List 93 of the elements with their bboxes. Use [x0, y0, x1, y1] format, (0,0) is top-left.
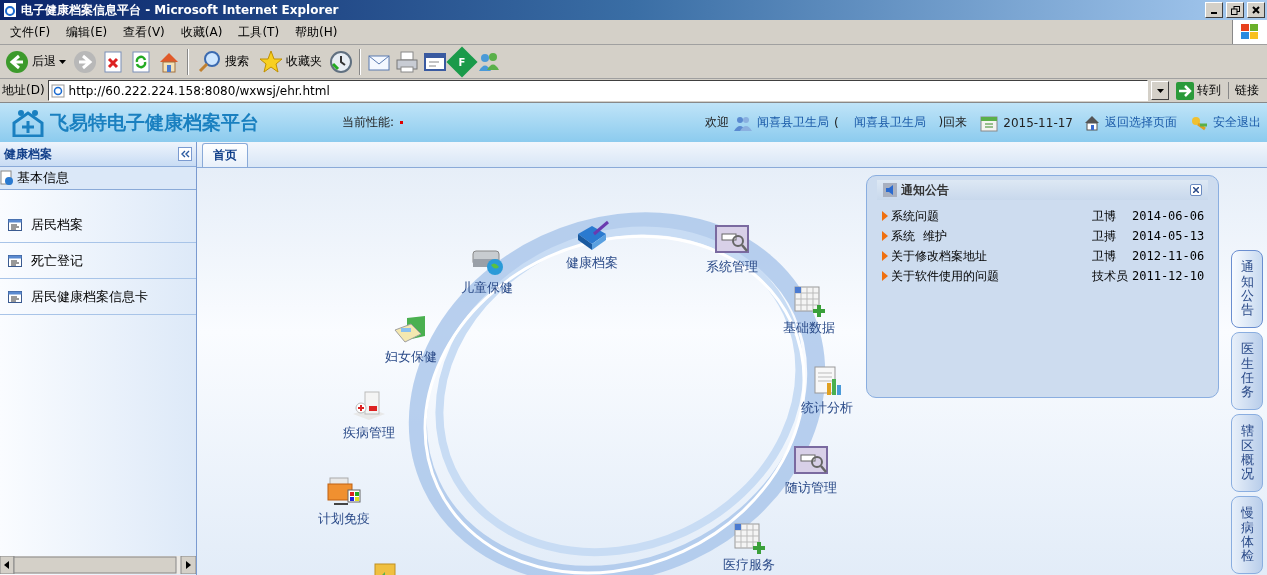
- stop-icon[interactable]: [101, 49, 125, 74]
- horizontal-scrollbar[interactable]: [0, 556, 196, 574]
- notice-link[interactable]: 关于修改档案地址: [891, 247, 1092, 265]
- module-link[interactable]: 随访管理: [785, 479, 837, 497]
- sidebar-item[interactable]: 居民档案: [0, 208, 196, 243]
- side-tab[interactable]: 辖区概况: [1231, 414, 1263, 492]
- list-icon: [8, 255, 22, 267]
- module-link[interactable]: 计划免疫: [318, 510, 370, 528]
- side-tab[interactable]: 慢病体检: [1231, 496, 1263, 574]
- notice-author: 卫博: [1092, 207, 1117, 225]
- notice-author: 卫博: [1092, 247, 1117, 265]
- notice-link[interactable]: 系统 维护: [891, 227, 1092, 245]
- module-link[interactable]: 系统管理: [706, 258, 758, 276]
- notice-link[interactable]: 关于软件使用的问题: [891, 267, 1092, 285]
- tab[interactable]: 首页: [202, 143, 248, 167]
- module-link[interactable]: 健康档案: [566, 254, 618, 272]
- page-icon: [50, 83, 65, 98]
- refresh-icon[interactable]: [129, 49, 153, 74]
- app-logo-text: 飞易特电子健康档案平台: [50, 109, 259, 135]
- caret-icon[interactable]: [1156, 88, 1164, 93]
- notice-date: 2011-12-10: [1132, 269, 1204, 283]
- notice-date: 2014-05-13: [1132, 229, 1204, 243]
- menu-item[interactable]: 查看(V): [115, 23, 173, 41]
- diamond-button[interactable]: F: [446, 45, 478, 78]
- notice-title: 通知公告: [901, 181, 950, 199]
- list-icon: [8, 291, 22, 303]
- search-button[interactable]: 搜索: [195, 47, 252, 76]
- search-icon[interactable]: [198, 49, 222, 74]
- org-name: 闻喜县卫生局: [853, 114, 926, 131]
- window-icon[interactable]: [714, 224, 750, 256]
- module-link[interactable]: 疾病管理: [343, 424, 395, 442]
- menu-item[interactable]: 文件(F): [2, 23, 59, 41]
- sidebar-title: 健康档案: [4, 145, 52, 163]
- address-label: 地址(D): [2, 82, 45, 99]
- restore-icon[interactable]: [1230, 5, 1240, 15]
- window-icon[interactable]: [793, 445, 829, 477]
- favorites-button[interactable]: 收藏夹: [256, 47, 325, 76]
- section-title[interactable]: 基本信息: [17, 169, 69, 187]
- module-link[interactable]: 基础数据: [783, 319, 835, 337]
- performance-label: 当前性能:: [342, 114, 395, 131]
- sidebar-item[interactable]: 死亡登记: [0, 244, 196, 279]
- paren-text: (: [833, 115, 839, 130]
- side-tab[interactable]: 医生任务: [1231, 332, 1263, 410]
- minimize-button[interactable]: [1205, 2, 1223, 18]
- browser-icon: [2, 2, 18, 18]
- keys-icon: [1190, 114, 1208, 131]
- list-icon: [8, 219, 22, 231]
- grid-icon[interactable]: [731, 522, 767, 554]
- grid-icon[interactable]: [791, 285, 827, 317]
- side-tab[interactable]: 通知公告: [1231, 250, 1263, 328]
- dropdown-button[interactable]: [1151, 81, 1169, 100]
- module-link[interactable]: 儿童保健: [461, 279, 513, 297]
- arrow-icon[interactable]: [1176, 81, 1194, 100]
- home-icon: [1084, 114, 1100, 131]
- menu-item[interactable]: 编辑(E): [58, 23, 116, 41]
- welcome-back-text: )回来: [938, 114, 968, 131]
- users-icon: [733, 114, 752, 131]
- links-button[interactable]: 链接: [1228, 82, 1265, 99]
- module-link[interactable]: 医疗服务: [723, 556, 775, 574]
- menu-item[interactable]: 帮助(H): [287, 23, 346, 41]
- history-icon[interactable]: [329, 49, 353, 74]
- date-text: 2015-11-17: [1003, 115, 1073, 130]
- user-link[interactable]: 闻喜县卫生局: [756, 114, 829, 131]
- module-link[interactable]: 妇女保健: [385, 348, 437, 366]
- document-globe-icon: [0, 170, 14, 186]
- close-icon[interactable]: [1252, 6, 1260, 14]
- status-mark-icon: [400, 121, 404, 124]
- restore-button[interactable]: [1226, 2, 1244, 18]
- house-logo-icon: [12, 108, 44, 137]
- back-icon[interactable]: [5, 49, 29, 74]
- notice-date: 2012-11-06: [1132, 249, 1204, 263]
- collapse-button[interactable]: [178, 147, 192, 161]
- notice-author: 技术员: [1092, 267, 1129, 285]
- notice-author: 卫搏: [1092, 227, 1117, 245]
- logout-link[interactable]: 安全退出: [1213, 114, 1261, 131]
- calendar-icon: [980, 113, 999, 132]
- go-button[interactable]: 转到: [1172, 81, 1225, 100]
- module-link[interactable]: 统计分析: [801, 399, 853, 417]
- folder-icon[interactable]: [326, 476, 362, 508]
- caret-icon[interactable]: [59, 59, 66, 64]
- sidebar-item[interactable]: 居民健康档案信息卡: [0, 280, 196, 315]
- welcome-text: 欢迎: [704, 114, 729, 131]
- speaker-icon: [883, 183, 897, 197]
- hospital-icon[interactable]: [351, 390, 387, 422]
- notice-date: 2014-06-06: [1132, 209, 1204, 223]
- window-title: 电子健康档案信息平台 - Microsoft Internet Explorer: [21, 1, 340, 19]
- menu-item[interactable]: 工具(T): [230, 23, 288, 41]
- back-to-select-link[interactable]: 返回选择页面: [1105, 114, 1177, 131]
- notice-link[interactable]: 系统问题: [891, 207, 1092, 225]
- menu-item[interactable]: 收藏(A): [172, 23, 231, 41]
- address-field[interactable]: http://60.222.224.158:8080/wxwsj/ehr.html: [47, 80, 1148, 101]
- windows-logo-icon: [1232, 20, 1267, 44]
- back-button[interactable]: 后退: [2, 47, 69, 76]
